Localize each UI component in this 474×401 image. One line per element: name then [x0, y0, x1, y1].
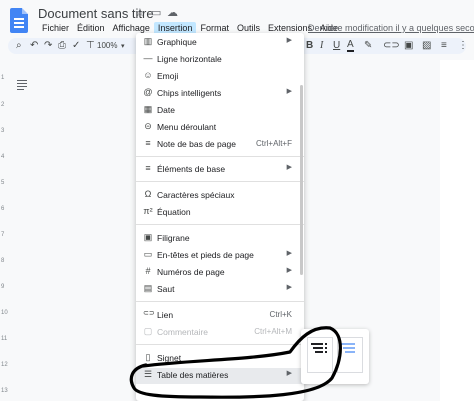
hand-drawn-circle-annotation — [129, 326, 342, 399]
annotation-stroke — [129, 326, 342, 399]
